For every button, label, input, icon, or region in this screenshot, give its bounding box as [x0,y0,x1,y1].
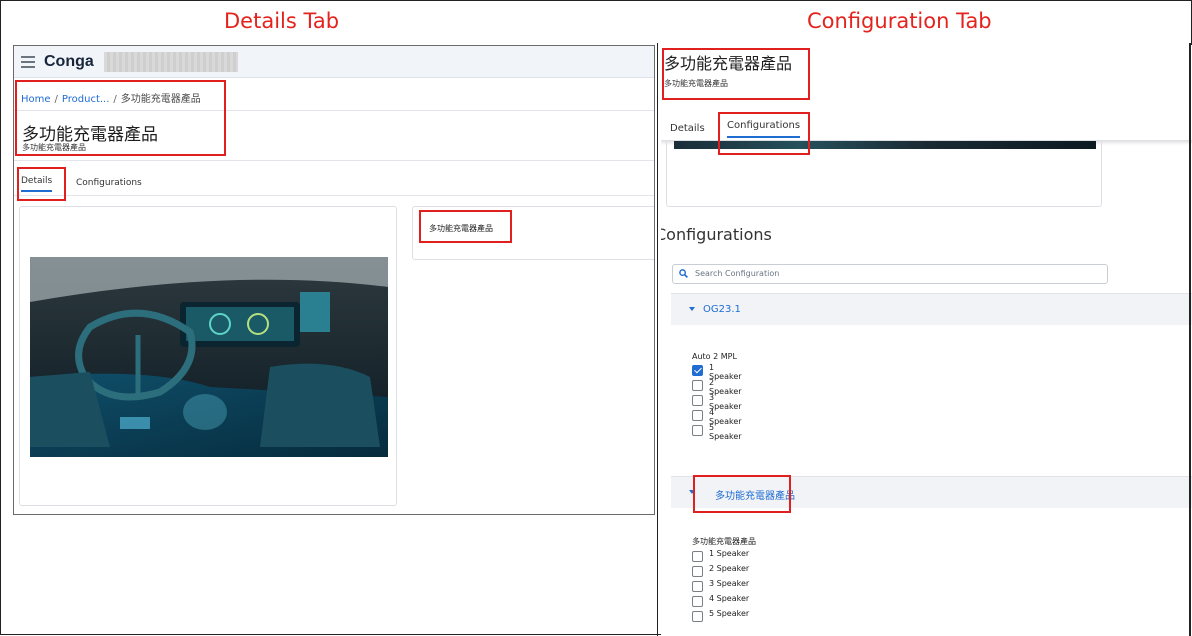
page-subtitle: 多功能充電器產品 [664,79,728,88]
tab-configurations[interactable]: Configurations [727,120,801,138]
breadcrumb-products[interactable]: Product... [62,94,110,105]
option-label: 2 Speaker [709,564,750,573]
menu-icon[interactable] [21,56,35,68]
option-label: 5 Speaker [709,609,750,618]
option-label: 4 Speaker [709,594,750,603]
screenshot-frame: Details Tab Configuration Tab Conga Home… [0,0,1192,636]
option-group-title: Auto 2 MPL [692,352,737,361]
option-group: Auto 2 MPL 1 Speaker 2 Speaker 3 Speaker… [692,352,742,441]
breadcrumb-separator: / [54,94,58,105]
tab-configurations[interactable]: Configurations [76,178,142,188]
option-row[interactable]: 2 Speaker [692,378,742,396]
product-image-card [666,141,1102,207]
checkbox[interactable] [692,395,703,406]
tab-bar: Details Configurations [661,111,1192,141]
option-row[interactable]: 4 Speaker [692,408,742,426]
config-group-header[interactable]: OG23.1 [671,293,1192,325]
option-label: 5 Speaker [709,423,742,441]
option-row[interactable]: 1 Speaker [692,549,756,564]
checkbox[interactable] [692,566,703,577]
caret-down-icon [689,307,695,311]
details-view-panel: Conga Home / Product... / 多功能充電器產品 多功能充電器產品 … [13,45,655,515]
product-image [30,257,388,457]
checkbox[interactable] [692,611,703,622]
search-placeholder: Search Configuration [695,269,780,278]
configuration-tab-caption: Configuration Tab [807,9,992,33]
checkbox[interactable] [692,380,703,391]
option-row[interactable]: 4 Speaker [692,594,756,609]
search-input[interactable]: Search Configuration [672,264,1108,284]
checkbox[interactable] [692,410,703,421]
tab-details[interactable]: Details [670,123,705,134]
checkbox[interactable] [692,581,703,592]
product-image-card [19,206,397,506]
panel-divider [657,43,658,636]
config-group-label: 多功能充電器產品 [715,491,795,502]
checkbox[interactable] [692,425,703,436]
app-logo[interactable]: Conga [44,53,94,71]
search-icon [679,269,688,278]
checkbox[interactable] [692,596,703,607]
frame-edge [1189,43,1191,636]
option-row[interactable]: 5 Speaker [692,609,756,624]
page-title: 多功能充電器產品 [664,54,793,73]
option-label: 3 Speaker [709,579,750,588]
checkbox[interactable] [692,551,703,562]
app-header: Conga [14,46,654,78]
configurations-heading: Configurations [661,225,772,244]
option-label: 1 Speaker [709,549,750,558]
redacted-region [104,52,238,72]
breadcrumb: Home / Product... / 多功能充電器產品 [21,90,201,105]
tab-details[interactable]: Details [21,176,53,192]
product-image [674,141,1096,149]
option-row[interactable]: 3 Speaker [692,393,742,411]
product-name-value: 多功能充電器產品 [429,224,493,233]
page-subtitle: 多功能充電器產品 [22,143,86,152]
option-row[interactable]: 3 Speaker [692,579,756,594]
product-name-card: 多功能充電器產品 [412,206,654,260]
option-row[interactable]: 1 Speaker [692,363,742,381]
configuration-view-panel: 多功能充電器產品 多功能充電器產品 Details Configurations… [661,45,1192,636]
caret-down-icon [689,490,695,494]
option-row[interactable]: 5 Speaker [692,423,742,441]
option-row[interactable]: 2 Speaker [692,564,756,579]
config-group-header[interactable]: 多功能充電器產品 [671,476,1192,508]
option-group: 多功能充電器產品 1 Speaker 2 Speaker 3 Speaker 4… [692,536,756,624]
config-group-label: OG23.1 [703,304,741,315]
option-group-title: 多功能充電器產品 [692,537,756,546]
breadcrumb-separator: / [113,94,117,105]
divider [14,160,654,161]
checkbox-checked[interactable] [692,365,703,376]
breadcrumb-home[interactable]: Home [21,94,51,105]
breadcrumb-current: 多功能充電器產品 [120,94,201,105]
tab-bar: Details Configurations [14,174,654,196]
divider [14,110,654,111]
details-tab-caption: Details Tab [224,9,340,33]
